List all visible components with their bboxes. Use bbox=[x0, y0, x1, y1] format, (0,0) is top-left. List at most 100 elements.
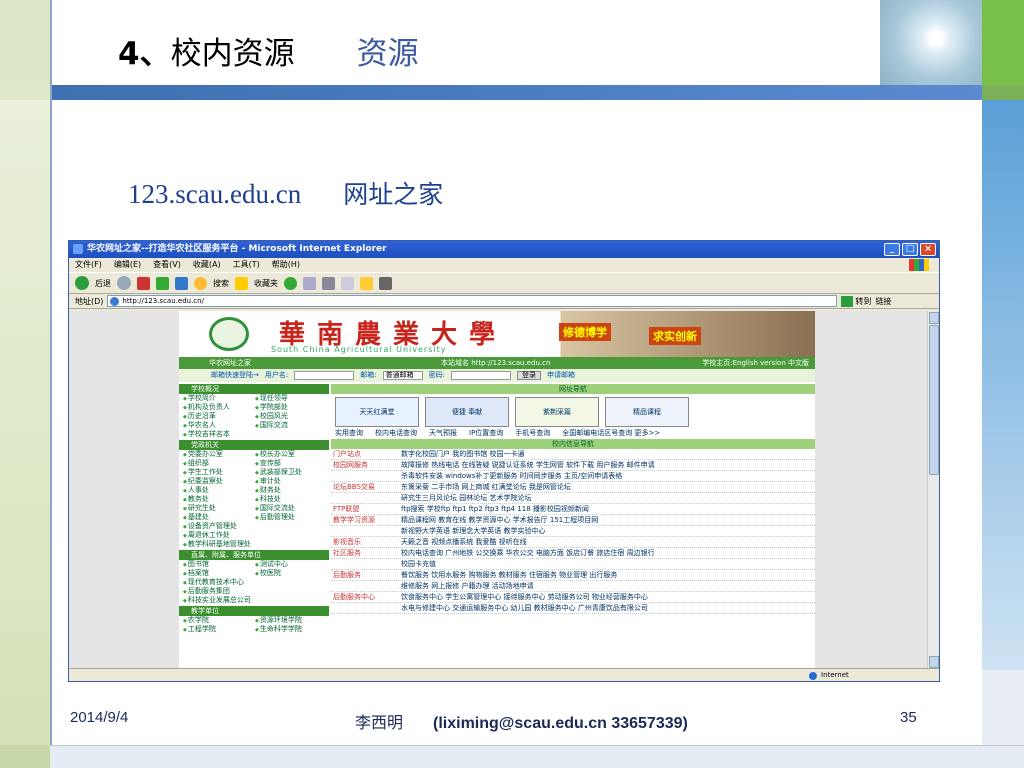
service-links[interactable]: 维修服务 网上报修 户籍办理 活动场地申请 bbox=[401, 581, 815, 591]
left-menu-link[interactable]: 华农名人 bbox=[183, 421, 255, 430]
scroll-thumb[interactable] bbox=[929, 325, 939, 475]
folder-icon[interactable] bbox=[360, 276, 373, 290]
left-menu-link[interactable]: 学校吉祥名本 bbox=[183, 430, 255, 439]
links-label[interactable]: 链接 bbox=[875, 296, 891, 307]
menu-item[interactable]: 工具(T) bbox=[233, 258, 260, 272]
apply-mail-link[interactable]: 申请邮箱 bbox=[547, 369, 575, 382]
forward-icon[interactable] bbox=[117, 276, 131, 290]
left-menu-link[interactable]: 校医院 bbox=[255, 569, 327, 578]
service-category[interactable]: 论坛BBS交易 bbox=[331, 482, 401, 492]
edit-icon[interactable] bbox=[341, 276, 354, 290]
left-menu-link[interactable]: 教务处 bbox=[183, 495, 255, 504]
service-links[interactable]: 故障报修 热线电话 在线答疑 锐捷认证系统 学生网管 软件下载 用户服务 邮件申… bbox=[401, 460, 815, 470]
service-category[interactable] bbox=[331, 493, 401, 503]
service-category[interactable]: 社区服务 bbox=[331, 548, 401, 558]
banner-2[interactable]: 便捷 奉献 bbox=[425, 397, 509, 427]
menu-item[interactable]: 收藏(A) bbox=[193, 258, 221, 272]
service-category[interactable]: 门户站点 bbox=[331, 449, 401, 459]
service-category[interactable] bbox=[331, 603, 401, 613]
left-menu-link[interactable]: 校长办公室 bbox=[255, 450, 327, 459]
service-category[interactable]: 教学学习资源 bbox=[331, 515, 401, 525]
service-category[interactable]: 后勤服务中心 bbox=[331, 592, 401, 602]
messenger-icon[interactable] bbox=[379, 276, 392, 290]
service-category[interactable] bbox=[331, 471, 401, 481]
go-button[interactable]: 转到 bbox=[841, 295, 871, 307]
left-menu-link[interactable]: 现代教育技术中心 bbox=[183, 578, 255, 587]
left-menu-link[interactable]: 离退休工作处 bbox=[183, 531, 255, 540]
password-input[interactable] bbox=[450, 371, 511, 380]
vertical-scrollbar[interactable] bbox=[927, 311, 939, 669]
left-menu-link[interactable]: 宣传部 bbox=[255, 459, 327, 468]
left-menu-link[interactable]: 学生工作处 bbox=[183, 468, 255, 477]
service-links[interactable]: 杀毒软件安装 windows补丁更新服务 时间同步服务 主页/空间申请表格 bbox=[401, 471, 815, 481]
stop-icon[interactable] bbox=[137, 276, 150, 290]
left-menu-link[interactable]: 生命科学学院 bbox=[255, 625, 327, 634]
left-menu-link[interactable]: 后勤服务集团 bbox=[183, 587, 255, 596]
left-menu-link[interactable]: 组织部 bbox=[183, 459, 255, 468]
site-nav-right[interactable]: 学校主页:English version 中文版 bbox=[702, 357, 809, 369]
username-input[interactable] bbox=[294, 371, 355, 380]
service-category[interactable] bbox=[331, 559, 401, 569]
quick-link[interactable]: 实用查询 bbox=[335, 428, 363, 438]
favorites-label[interactable]: 收藏夹 bbox=[254, 278, 278, 289]
favorites-icon[interactable] bbox=[235, 276, 248, 290]
service-links[interactable]: 数字化校园门户 我的图书馆 校园一卡通 bbox=[401, 449, 815, 459]
banner-3[interactable]: 紫荆采篇 bbox=[515, 397, 599, 427]
address-input[interactable]: http://123.scau.edu.cn/ bbox=[107, 295, 838, 307]
service-links[interactable]: ftp搜索 学校ftp ftp1 ftp2 ftp3 ftp4 118 播影校园… bbox=[401, 504, 815, 514]
scroll-down-arrow[interactable] bbox=[929, 656, 939, 668]
service-links[interactable]: 东篱采菊 二手市场 网上商城 红满堂论坛 我是网管论坛 bbox=[401, 482, 815, 492]
left-menu-link[interactable]: 档案馆 bbox=[183, 569, 255, 578]
service-category[interactable]: 影视音乐 bbox=[331, 537, 401, 547]
left-menu-link[interactable]: 人事处 bbox=[183, 486, 255, 495]
left-menu-link[interactable]: 农学院 bbox=[183, 616, 255, 625]
minimize-button[interactable]: _ bbox=[884, 243, 900, 256]
service-category[interactable]: FTP联盟 bbox=[331, 504, 401, 514]
service-links[interactable]: 天籁之音 视频点播系统 我爱酷 视听在线 bbox=[401, 537, 815, 547]
left-menu-link[interactable]: 校园风光 bbox=[255, 412, 327, 421]
history-icon[interactable] bbox=[284, 276, 297, 290]
back-icon[interactable] bbox=[75, 276, 89, 290]
left-menu-link[interactable]: 现任领导 bbox=[255, 394, 327, 403]
back-label[interactable]: 后退 bbox=[95, 278, 111, 289]
quick-link[interactable]: 校内电话查询 bbox=[375, 428, 417, 438]
left-menu-link[interactable]: 图书馆 bbox=[183, 560, 255, 569]
left-menu-link[interactable]: 国际交流处 bbox=[255, 504, 327, 513]
left-menu-link[interactable]: 设备资产管理处 bbox=[183, 522, 255, 531]
left-menu-link[interactable]: 科技处 bbox=[255, 495, 327, 504]
left-menu-link[interactable]: 研究生处 bbox=[183, 504, 255, 513]
menu-item[interactable]: 帮助(H) bbox=[272, 258, 300, 272]
service-links[interactable]: 校园卡充值 bbox=[401, 559, 815, 569]
home-icon[interactable] bbox=[175, 276, 188, 290]
left-menu-link[interactable]: 科技实业发展总公司 bbox=[183, 596, 255, 605]
banner-4[interactable]: 精品课程 bbox=[605, 397, 689, 427]
left-menu-link[interactable]: 工程学院 bbox=[183, 625, 255, 634]
left-menu-link[interactable]: 学院部处 bbox=[255, 403, 327, 412]
search-icon[interactable] bbox=[194, 276, 207, 290]
quick-link[interactable]: 全国邮编电话区号查询 更多>> bbox=[562, 428, 660, 438]
service-links[interactable]: 精品课程网 教育在线 教学资源中心 学术报告厅 151工程项目网 bbox=[401, 515, 815, 525]
left-menu-link[interactable]: 审计处 bbox=[255, 477, 327, 486]
quick-link[interactable]: 天气预报 bbox=[429, 428, 457, 438]
quick-link[interactable]: IP位置查询 bbox=[469, 428, 503, 438]
left-menu-link[interactable]: 财务处 bbox=[255, 486, 327, 495]
refresh-icon[interactable] bbox=[156, 276, 169, 290]
left-menu-link[interactable]: 国际交流 bbox=[255, 421, 327, 430]
left-menu-link[interactable]: 机构及负责人 bbox=[183, 403, 255, 412]
search-label[interactable]: 搜索 bbox=[213, 278, 229, 289]
maximize-button[interactable]: □ bbox=[902, 243, 918, 256]
service-links[interactable]: 水电与修建中心 交通运输服务中心 幼儿园 教材服务中心 广州青康饮品有限公司 bbox=[401, 603, 815, 613]
banner-1[interactable]: 天天红满堂 bbox=[335, 397, 419, 427]
menu-item[interactable]: 查看(V) bbox=[153, 258, 181, 272]
service-category[interactable]: 校园网服务 bbox=[331, 460, 401, 470]
left-menu-link[interactable]: 历史沿革 bbox=[183, 412, 255, 421]
login-button[interactable]: 登录 bbox=[516, 371, 541, 380]
service-links[interactable]: 新视野大学英语 新理念大学英语 教学实验中心 bbox=[401, 526, 815, 536]
mail-type-select[interactable]: 普通邮箱 bbox=[382, 371, 423, 380]
quick-link[interactable]: 手机号查询 bbox=[515, 428, 550, 438]
left-menu-link[interactable]: 基建处 bbox=[183, 513, 255, 522]
service-links[interactable]: 校内电话查询 广州地铁 公交换乘 华农公交 电脑方面 饭店订餐 旅店住宿 周边银… bbox=[401, 548, 815, 558]
service-category[interactable] bbox=[331, 581, 401, 591]
service-links[interactable]: 饮食服务中心 学生公寓管理中心 接待服务中心 劳动服务公司 物业经营服务中心 bbox=[401, 592, 815, 602]
menu-item[interactable]: 编辑(E) bbox=[114, 258, 141, 272]
